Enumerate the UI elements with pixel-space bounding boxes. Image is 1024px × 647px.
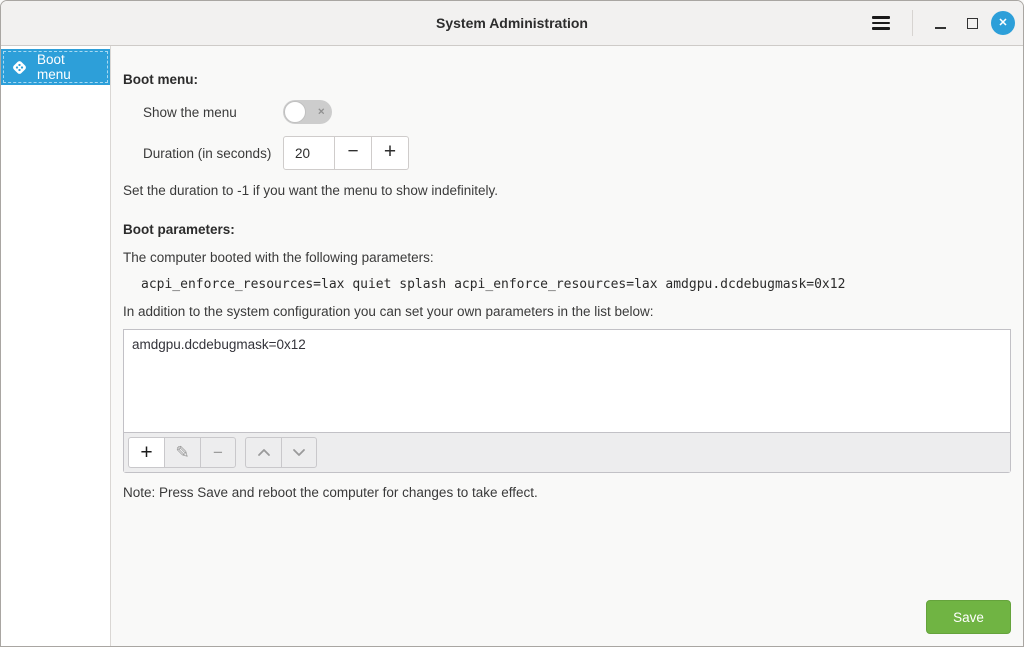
minus-icon: −	[347, 141, 358, 163]
duration-row: Duration (in seconds) − +	[123, 136, 1011, 170]
duration-label: Duration (in seconds)	[123, 146, 283, 161]
close-button[interactable]: ✕	[991, 11, 1015, 35]
move-down-button[interactable]	[281, 437, 317, 468]
show-menu-toggle[interactable]: ✕	[283, 100, 332, 124]
duration-increment-button[interactable]: +	[372, 136, 409, 170]
sidebar-item-label: Boot menu	[37, 52, 102, 82]
window-title: System Administration	[436, 15, 588, 31]
maximize-icon	[967, 18, 978, 29]
parameters-list-frame: amdgpu.dcdebugmask=0x12 + ✎ −	[123, 329, 1011, 473]
titlebar-controls: ✕	[864, 1, 1015, 45]
chevron-up-icon	[257, 448, 271, 457]
edit-parameter-button[interactable]: ✎	[164, 437, 200, 468]
minus-icon: −	[213, 443, 223, 463]
move-up-button[interactable]	[245, 437, 281, 468]
save-note: Note: Press Save and reboot the computer…	[123, 485, 1011, 500]
add-parameter-button[interactable]: +	[128, 437, 164, 468]
duration-decrement-button[interactable]: −	[335, 136, 372, 170]
boot-menu-heading: Boot menu:	[123, 72, 1011, 88]
minimize-icon	[935, 27, 946, 29]
plus-icon: +	[384, 140, 396, 164]
parameters-list[interactable]: amdgpu.dcdebugmask=0x12	[124, 330, 1010, 432]
chevron-down-icon	[292, 448, 306, 457]
menu-button[interactable]	[864, 6, 898, 40]
main-content: Boot menu: Show the menu ✕ Duration (in …	[111, 46, 1023, 646]
parameters-toolbar: + ✎ −	[124, 432, 1010, 472]
booted-parameters-value: acpi_enforce_resources=lax quiet splash …	[123, 277, 1011, 292]
minimize-button[interactable]	[927, 10, 953, 36]
titlebar-separator	[912, 10, 913, 36]
custom-parameters-label: In addition to the system configuration …	[123, 304, 1011, 319]
show-menu-label: Show the menu	[123, 105, 283, 120]
toggle-off-icon: ✕	[317, 108, 325, 117]
reorder-button-group	[245, 437, 317, 468]
hamburger-icon	[872, 16, 890, 19]
maximize-button[interactable]	[959, 10, 985, 36]
parameter-list-item[interactable]: amdgpu.dcdebugmask=0x12	[132, 337, 1002, 352]
booted-with-label: The computer booted with the following p…	[123, 250, 1011, 265]
edit-button-group: + ✎ −	[128, 437, 236, 468]
pencil-icon: ✎	[175, 443, 189, 463]
save-button[interactable]: Save	[926, 600, 1011, 634]
titlebar: System Administration ✕	[1, 1, 1023, 46]
toggle-knob	[284, 101, 306, 123]
duration-spinbox: − +	[283, 136, 409, 170]
system-administration-window: System Administration ✕	[0, 0, 1024, 647]
boot-parameters-heading: Boot parameters:	[123, 222, 1011, 238]
plus-icon: +	[140, 441, 152, 465]
duration-input[interactable]	[283, 136, 335, 170]
close-icon: ✕	[998, 18, 1007, 29]
boot-menu-icon	[10, 58, 29, 77]
sidebar: Boot menu	[1, 46, 111, 646]
sidebar-item-boot-menu[interactable]: Boot menu	[1, 49, 110, 85]
remove-parameter-button[interactable]: −	[200, 437, 236, 468]
duration-hint: Set the duration to -1 if you want the m…	[123, 183, 1011, 198]
show-menu-row: Show the menu ✕	[123, 100, 1011, 124]
